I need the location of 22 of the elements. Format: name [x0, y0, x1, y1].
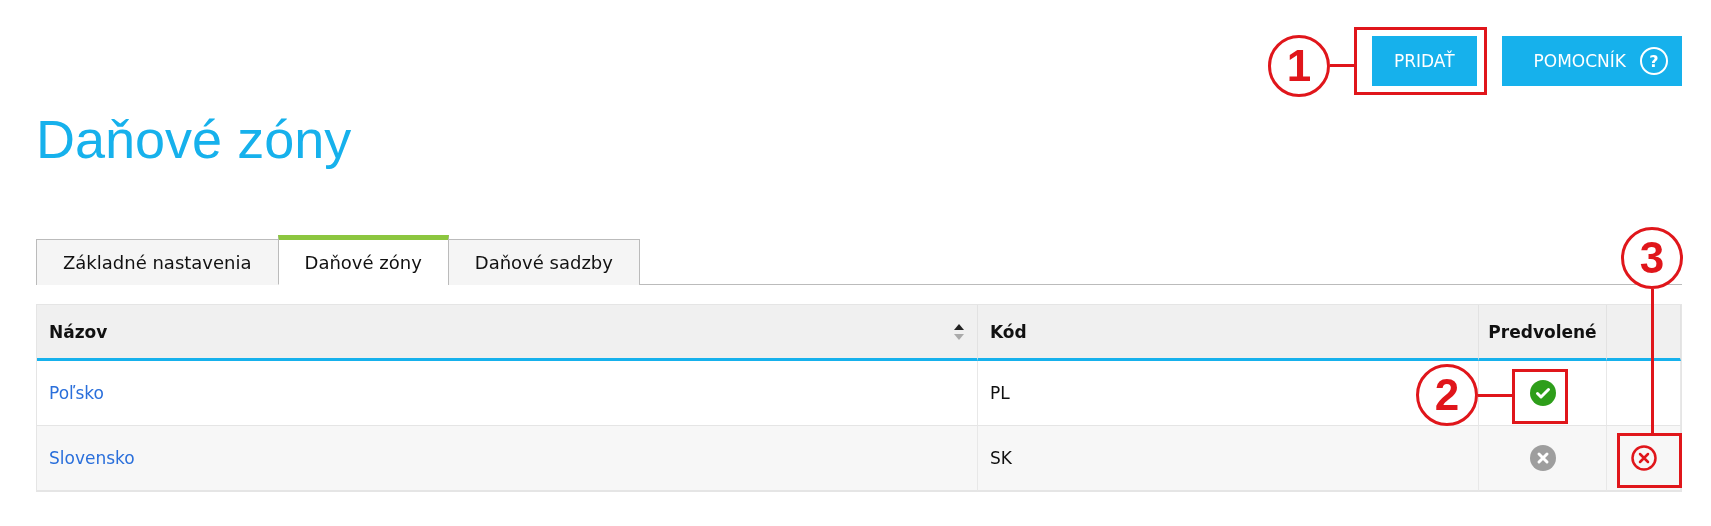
- callout-number: 1: [1268, 35, 1330, 97]
- tab[interactable]: Základné nastavenia: [36, 239, 279, 285]
- sort-icon[interactable]: [953, 322, 965, 341]
- zone-link[interactable]: Poľsko: [49, 383, 104, 403]
- leader-line: [1330, 64, 1354, 67]
- close-icon[interactable]: [1529, 445, 1556, 471]
- code-text: PL: [990, 383, 1010, 403]
- column-header[interactable]: Názov: [37, 305, 978, 361]
- highlight-frame: [1512, 369, 1568, 424]
- callout-number: 3: [1621, 227, 1683, 289]
- tab[interactable]: Daňové sadzby: [447, 239, 640, 285]
- column-title: Názov: [49, 321, 108, 342]
- delete-icon[interactable]: [1630, 445, 1657, 471]
- page-title: Daňové zóny: [36, 108, 353, 171]
- help-icon: ?: [1640, 47, 1668, 75]
- column-title: Kód: [990, 321, 1027, 342]
- code-text: SK: [990, 448, 1012, 468]
- highlight-frame: [1617, 433, 1682, 488]
- tab[interactable]: Daňové zóny: [277, 235, 449, 285]
- column-title: Predvolené: [1488, 321, 1597, 342]
- zone-link[interactable]: Slovensko: [49, 448, 135, 468]
- leader-line: [1478, 394, 1512, 397]
